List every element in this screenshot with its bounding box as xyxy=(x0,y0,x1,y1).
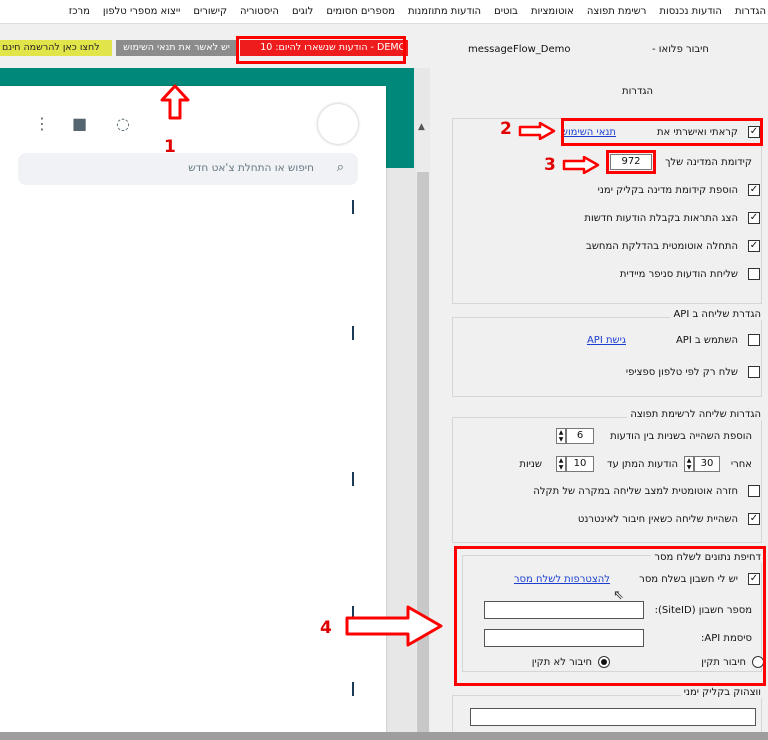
menu-bar: הגדרות הודעות נכנסות רשימת תפוצה אוטומצי… xyxy=(0,0,768,24)
menu-item-links[interactable]: קישורים xyxy=(193,6,227,17)
terms-label: קראתי ואישרתי את xyxy=(656,127,738,138)
after-label: אחרי xyxy=(730,459,752,470)
scroll-up-icon[interactable]: ▲ xyxy=(418,122,425,132)
pause-offline-checkbox[interactable]: ✓ xyxy=(748,513,760,525)
broadcast-group-title: הגדרות שליחה לרשימת תפוצה xyxy=(627,409,764,420)
menu-item-bots[interactable]: בוטים xyxy=(494,6,518,17)
seconds-label: שניות xyxy=(519,459,542,470)
menu-item-blocked[interactable]: מספרים חסומים xyxy=(326,6,395,17)
country-prefix-input[interactable]: 972 xyxy=(610,154,652,170)
search-icon: ⌕ xyxy=(336,160,344,175)
after-count-input[interactable]: 30 xyxy=(694,456,720,472)
annotation-number-3: 3 xyxy=(544,155,556,175)
valid-connection-label: חיבור תקין xyxy=(701,657,746,668)
demo-messages-left: DEMO - הודעות שנשארו להיום: 10 xyxy=(240,40,408,56)
arrow-right-icon xyxy=(518,122,556,140)
instant-snippet-label: שליחת הודעות סניפר מיידית xyxy=(619,269,738,280)
instant-snippet-checkbox[interactable] xyxy=(748,268,760,280)
menu-item-export-phones[interactable]: ייצוא מספרי טלפון xyxy=(103,6,180,17)
right-click-group-title: ווצהוק בקליק ימני xyxy=(680,687,764,698)
menu-item-broadcast-list[interactable]: רשימת תפוצה xyxy=(587,6,647,17)
arrow-right-icon xyxy=(562,156,600,174)
menu-item-automations[interactable]: אוטומציות xyxy=(531,6,574,17)
settings-title: הגדרות xyxy=(622,86,654,97)
list-item[interactable] xyxy=(352,682,354,696)
auto-start-checkbox[interactable]: ✓ xyxy=(748,240,760,252)
menu-item-center[interactable]: מרכז xyxy=(69,6,90,17)
prefix-label: קידומת המדינה שלך xyxy=(665,157,752,168)
menu-item-settings[interactable]: הגדרות xyxy=(735,6,766,17)
status-icon[interactable]: ◌ xyxy=(116,114,130,134)
has-sms-account-label: יש לי חשבון בשלח מסר xyxy=(639,574,738,585)
auto-retry-checkbox[interactable] xyxy=(748,485,760,497)
menu-item-scheduled[interactable]: הודעות מתוזמנות xyxy=(408,6,481,17)
menu-item-incoming[interactable]: הודעות נכנסות xyxy=(659,6,722,17)
api-settings-group xyxy=(452,317,762,397)
account-id-label: מספר חשבון (SiteID): xyxy=(654,605,752,616)
show-alerts-label: הצג התראות בקבלת הודעות חדשות xyxy=(584,213,738,224)
app-name: messageFlow_Demo xyxy=(468,44,571,55)
delay-label: הוספת השהייה בשניות בין הודעות xyxy=(610,431,752,442)
list-item[interactable] xyxy=(352,200,354,214)
list-item[interactable] xyxy=(352,472,354,486)
terms-checkbox[interactable]: ✓ xyxy=(748,126,760,138)
valid-connection-radio[interactable] xyxy=(752,656,764,668)
add-prefix-label: הוספת קידומת מדינה בקליק ימני xyxy=(597,185,738,196)
auto-retry-label: חזרה אוטומטית למצב שליחה במקרה של תקלה xyxy=(533,486,738,497)
after-count-stepper[interactable]: ▲ ▼ xyxy=(684,456,694,472)
api-password-label: סיסמת API: xyxy=(701,633,752,644)
invalid-connection-radio[interactable] xyxy=(598,656,610,668)
pause-offline-label: השהיית שליחה כשאין חיבור לאינטרנט xyxy=(577,514,738,525)
arrow-up-icon xyxy=(160,84,190,120)
sms-group-title: דחיפת נתונים לשלח מסר xyxy=(651,552,764,563)
register-free-link[interactable]: לחצו כאן להרשמה חינם xyxy=(0,40,112,56)
use-api-label: השתמש ב API xyxy=(675,335,738,346)
avatar[interactable] xyxy=(318,104,358,144)
api-access-link[interactable]: גישת API xyxy=(587,335,626,346)
wait-seconds-input[interactable]: 10 xyxy=(566,456,594,472)
account-id-field[interactable] xyxy=(484,601,644,619)
has-sms-account-checkbox[interactable]: ✓ xyxy=(748,573,760,585)
api-password-field[interactable] xyxy=(484,629,644,647)
api-group-title: הגדרת שליחה ב API xyxy=(670,309,764,320)
menu-item-history[interactable]: היסטוריה xyxy=(240,6,279,17)
wait-seconds-stepper[interactable]: ▲ ▼ xyxy=(556,456,566,472)
search-placeholder: חיפוש או התחלת צ'אט חדש xyxy=(188,162,314,174)
window-bottom-edge xyxy=(0,732,768,740)
accept-terms-button[interactable]: יש לאשר את תנאי השימוש xyxy=(116,40,237,56)
wait-label: הודעות המתן עד xyxy=(607,459,678,470)
show-alerts-checkbox[interactable]: ✓ xyxy=(748,212,760,224)
use-api-checkbox[interactable] xyxy=(748,334,760,346)
terms-link[interactable]: תנאי השימוש xyxy=(561,127,616,138)
whatsapp-chat-list: ◌ ■ ⋮ ⌕ חיפוש או התחלת צ'אט חדש xyxy=(0,86,386,740)
delay-input[interactable]: 6 xyxy=(566,428,594,444)
chat-icon[interactable]: ■ xyxy=(72,114,87,134)
annotation-number-4: 4 xyxy=(320,618,332,638)
specific-phone-label: שלח רק לפי טלפון ספציפי xyxy=(625,367,738,378)
annotation-number-1: 1 xyxy=(164,137,176,157)
menu-item-logs[interactable]: לוגים xyxy=(292,6,313,17)
connection-title: חיבור פלואו - xyxy=(652,44,709,55)
add-prefix-checkbox[interactable]: ✓ xyxy=(748,184,760,196)
annotation-number-2: 2 xyxy=(500,119,512,139)
list-item[interactable] xyxy=(352,326,354,340)
auto-start-label: התחלה אוטומטית בהדלקת המחשב xyxy=(586,241,738,252)
join-sms-link[interactable]: להצטרפות לשלח מסר xyxy=(514,574,610,585)
arrow-right-icon xyxy=(345,605,443,647)
delay-stepper[interactable]: ▲ ▼ xyxy=(556,428,566,444)
invalid-connection-label: חיבור לא תקין xyxy=(531,657,592,668)
webhook-url-field[interactable] xyxy=(470,708,756,726)
mouse-cursor-icon: ⇖ xyxy=(613,588,624,603)
search-input[interactable]: ⌕ חיפוש או התחלת צ'אט חדש xyxy=(18,153,358,185)
demo-banner: לחצו כאן להרשמה חינם יש לאשר את תנאי השי… xyxy=(0,40,408,56)
scrollbar-thumb[interactable] xyxy=(417,172,429,740)
specific-phone-checkbox[interactable] xyxy=(748,366,760,378)
more-options-icon[interactable]: ⋮ xyxy=(34,114,50,134)
